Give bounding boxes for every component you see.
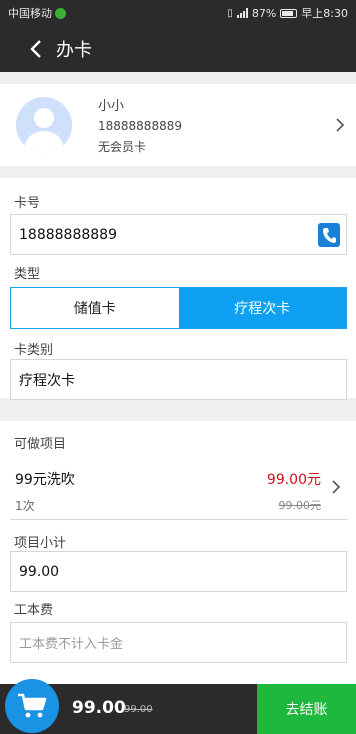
wechat-icon (55, 7, 66, 19)
project-original-price: 99.00元 (278, 499, 322, 512)
checkout-button[interactable]: 去结账 (257, 684, 356, 734)
card-form: 卡号 18888888889 类型 储值卡 疗程次卡 卡类别 疗程次卡 (0, 178, 356, 400)
category-field[interactable]: 疗程次卡 (10, 359, 347, 400)
total-amount: 99.00 (72, 698, 126, 718)
type-label: 类型 (14, 267, 41, 282)
labor-fee-input[interactable]: 工本费不计入卡金 (10, 622, 347, 663)
battery-percent: 87% (251, 6, 277, 20)
member-phone: 18888888889 (98, 119, 182, 133)
total-original-amount: 99.00 (124, 704, 153, 715)
signal-icon (236, 8, 248, 18)
card-no-input[interactable]: 18888888889 (10, 214, 347, 255)
divider (10, 519, 347, 520)
back-button[interactable] (24, 37, 48, 61)
member-row[interactable]: 小小 18888888889 无会员卡 (0, 84, 356, 166)
subtotal-field[interactable]: 99.00 (10, 551, 347, 592)
clock: 早上8:30 (301, 7, 348, 20)
labor-fee-label: 工本费 (14, 603, 54, 618)
projects-label: 可做项目 (14, 437, 67, 452)
carrier-name: 中国移动 (8, 7, 52, 20)
cart-icon (18, 693, 47, 718)
project-item[interactable]: 99元洗吹 1次 99.00元 99.00元 (0, 451, 356, 519)
battery-icon (280, 8, 298, 18)
labor-fee-placeholder: 工本费不计入卡金 (19, 637, 124, 652)
card-no-value: 18888888889 (19, 226, 117, 243)
card-type-segment: 储值卡 疗程次卡 (10, 287, 347, 329)
phone-book-button[interactable] (318, 223, 340, 247)
project-price: 99.00元 (266, 472, 321, 488)
bottom-bar: 99.00 99.00 去结账 (0, 679, 356, 734)
projects-form: 可做项目 99元洗吹 1次 99.00元 99.00元 项目小计 99.00 工… (0, 421, 356, 685)
member-name: 小小 (98, 99, 125, 114)
subtotal-label: 项目小计 (14, 536, 67, 551)
cart-button[interactable] (5, 679, 59, 733)
category-value: 疗程次卡 (19, 372, 75, 389)
category-label: 卡类别 (14, 343, 54, 358)
type-option-stored-value[interactable]: 储值卡 (11, 288, 179, 328)
chevron-left-icon (30, 40, 41, 58)
phone-icon (323, 228, 336, 243)
project-count: 1次 (15, 499, 35, 513)
status-bar: 中国移动 ▯ 87% 早上8:30 (0, 0, 356, 26)
chevron-right-icon (332, 480, 341, 494)
subtotal-value: 99.00 (19, 563, 60, 580)
project-name: 99元洗吹 (15, 472, 75, 488)
user-icon (24, 108, 64, 153)
type-option-treatment[interactable]: 疗程次卡 (178, 288, 346, 328)
page-title: 办卡 (56, 40, 92, 61)
card-no-label: 卡号 (14, 196, 41, 211)
nav-bar: 办卡 (0, 26, 356, 72)
avatar (16, 97, 72, 153)
vibrate-icon: ▯ (227, 7, 233, 19)
chevron-right-icon (336, 118, 345, 132)
member-level: 无会员卡 (98, 140, 147, 154)
